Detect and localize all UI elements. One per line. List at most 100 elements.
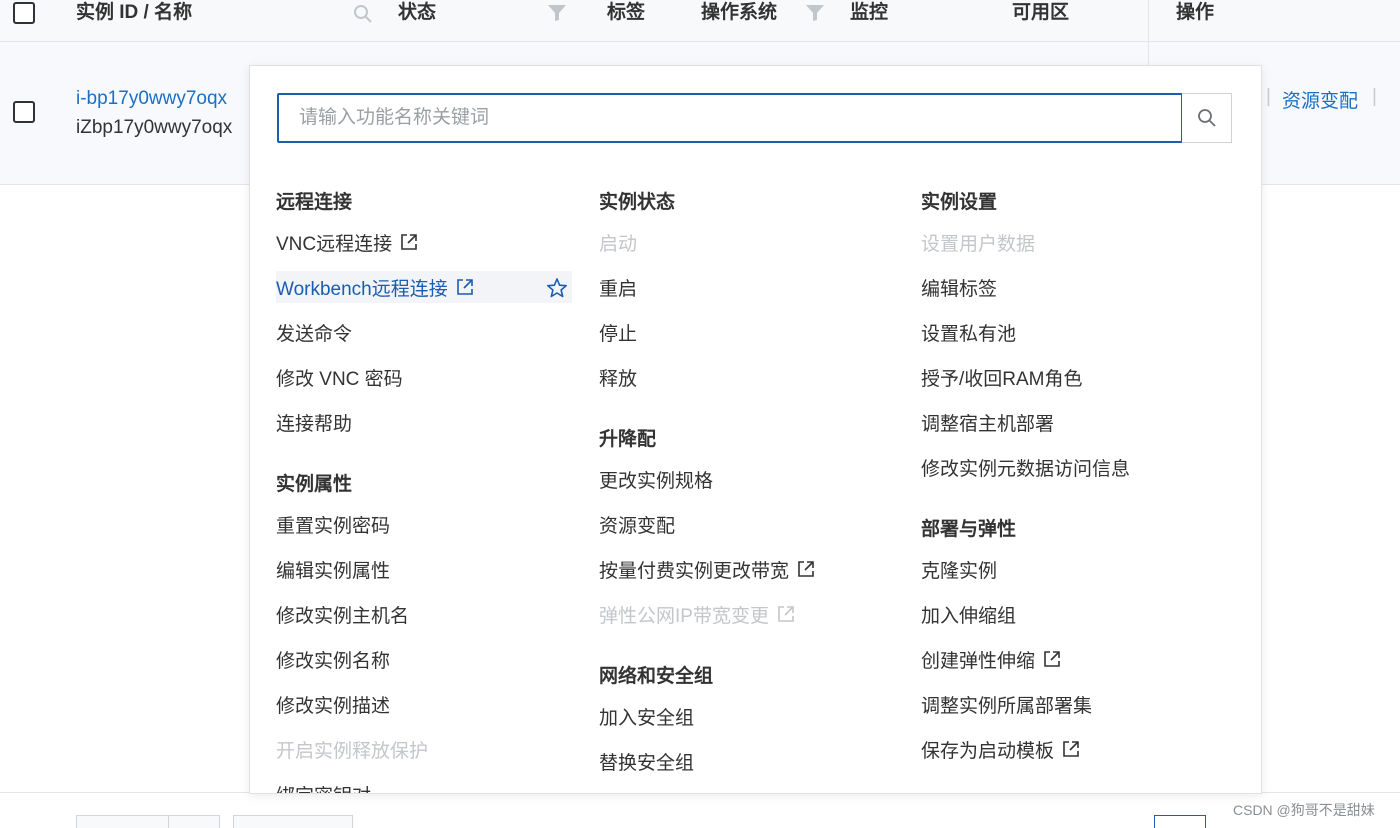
menu-item-change-description[interactable]: 修改实例描述 [276, 688, 390, 720]
menu-item-replace-security-group[interactable]: 替换安全组 [599, 745, 694, 777]
group-title-deploy-elastic: 部署与弹性 [921, 519, 1017, 540]
group-title-remote: 远程连接 [276, 192, 353, 213]
menu-item-label: 重置实例密码 [276, 515, 391, 537]
column-header-zone: 可用区 [1012, 2, 1070, 23]
menu-item-label: 绑定密钥对 [276, 781, 371, 794]
function-search-input[interactable] [277, 93, 1183, 143]
menu-item-label: 编辑标签 [921, 278, 998, 300]
column-header-os: 操作系统 [701, 2, 778, 23]
menu-item-label: 修改实例主机名 [276, 605, 410, 627]
menu-item-change-vnc-password[interactable]: 修改 VNC 密码 [276, 361, 403, 393]
group-title-network-security: 网络和安全组 [599, 666, 714, 687]
action-separator: | [1372, 86, 1377, 107]
menu-item-join-scaling-group[interactable]: 加入伸缩组 [921, 598, 1016, 630]
menu-item-label: 开启实例释放保护 [276, 740, 429, 762]
menu-item-label: 加入伸缩组 [921, 605, 1017, 627]
menu-item-label: 加入安全组 [599, 707, 695, 729]
instance-id-link[interactable]: i-bp17y0wwy7oqx [76, 88, 227, 110]
menu-item-label: 修改实例描述 [276, 695, 391, 717]
menu-item-label: 修改实例元数据访问信息 [921, 458, 1131, 480]
watermark: CSDN @狗哥不是甜妹 [1233, 802, 1375, 818]
menu-item-release[interactable]: 释放 [599, 361, 637, 393]
menu-item-label: 替换安全组 [599, 752, 695, 774]
menu-item-label: 设置用户数据 [921, 233, 1036, 255]
menu-item-create-auto-scaling[interactable]: 创建弹性伸缩 [921, 643, 1061, 675]
resource-change-link[interactable]: 资源变配 [1282, 86, 1358, 113]
external-link-icon [778, 606, 794, 622]
external-link-icon [798, 561, 814, 577]
search-icon [1197, 109, 1216, 127]
menu-item-label: 更改实例规格 [599, 470, 714, 492]
menu-item-change-name[interactable]: 修改实例名称 [276, 643, 390, 675]
menu-item-start: 启动 [599, 226, 637, 258]
group-title-instance-props: 实例属性 [276, 474, 353, 495]
column-header-monitor: 监控 [850, 2, 889, 23]
status-filter-icon[interactable] [547, 4, 567, 22]
menu-item-label: 调整实例所属部署集 [921, 695, 1093, 717]
column-header-tags: 标签 [607, 2, 646, 23]
menu-item-save-launch-template[interactable]: 保存为启动模板 [921, 733, 1080, 765]
menu-item-change-hostname[interactable]: 修改实例主机名 [276, 598, 409, 630]
menu-item-edit-props[interactable]: 编辑实例属性 [276, 553, 390, 585]
row-checkbox[interactable] [13, 101, 35, 123]
menu-item-label: 启动 [599, 233, 638, 255]
pagination-current[interactable] [1154, 815, 1206, 828]
external-link-icon [401, 234, 417, 250]
menu-item-change-bandwidth[interactable]: 按量付费实例更改带宽 [599, 553, 815, 585]
column-header-status: 状态 [398, 2, 437, 23]
column-header-actions: 操作 [1176, 2, 1215, 23]
menu-item-label: 弹性公网IP带宽变更 [599, 605, 769, 627]
menu-item-reset-password[interactable]: 重置实例密码 [276, 508, 390, 540]
menu-item-metadata-access[interactable]: 修改实例元数据访问信息 [921, 451, 1130, 483]
menu-item-set-private-pool[interactable]: 设置私有池 [921, 316, 1016, 348]
menu-item-ram-role[interactable]: 授予/收回RAM角色 [921, 361, 1083, 393]
menu-item-label: 按量付费实例更改带宽 [599, 560, 790, 582]
menu-item-send-command[interactable]: 发送命令 [276, 316, 352, 348]
footer-dropdown[interactable] [168, 815, 220, 828]
menu-item-release-protection: 开启实例释放保护 [276, 733, 428, 765]
menu-item-eip-bandwidth: 弹性公网IP带宽变更 [599, 598, 795, 630]
footer-button[interactable] [233, 815, 353, 828]
function-search-button[interactable] [1182, 93, 1232, 143]
external-link-icon [1063, 741, 1079, 757]
menu-item-vnc-remote[interactable]: VNC远程连接 [276, 226, 418, 258]
group-title-instance-state: 实例状态 [599, 192, 676, 213]
menu-item-deployment-set[interactable]: 调整实例所属部署集 [921, 688, 1092, 720]
menu-item-edit-tags[interactable]: 编辑标签 [921, 271, 997, 303]
menu-item-clone-instance[interactable]: 克隆实例 [921, 553, 997, 585]
menu-item-label: 连接帮助 [276, 413, 353, 435]
menu-item-label: 重启 [599, 278, 638, 300]
action-separator: | [1266, 86, 1271, 107]
menu-item-label: 保存为启动模板 [921, 740, 1055, 762]
menu-item-restart[interactable]: 重启 [599, 271, 637, 303]
menu-item-bind-keypair[interactable]: 绑定密钥对 [276, 778, 371, 794]
menu-item-label: 克隆实例 [921, 560, 998, 582]
footer-checkbox-group[interactable] [76, 815, 170, 828]
menu-item-label: 调整宿主机部署 [921, 413, 1055, 435]
menu-item-label: 释放 [599, 368, 638, 390]
menu-item-set-user-data: 设置用户数据 [921, 226, 1035, 258]
group-title-spec-change: 升降配 [599, 429, 657, 450]
favorite-star-icon[interactable] [546, 277, 568, 299]
menu-item-join-security-group[interactable]: 加入安全组 [599, 700, 694, 732]
menu-item-label: VNC远程连接 [276, 233, 393, 255]
instance-name: iZbp17y0wwy7oqx [76, 117, 233, 138]
external-link-icon [1044, 651, 1060, 667]
menu-item-change-spec[interactable]: 更改实例规格 [599, 463, 713, 495]
menu-item-label: 创建弹性伸缩 [921, 650, 1036, 672]
menu-item-stop[interactable]: 停止 [599, 316, 637, 348]
group-title-instance-settings: 实例设置 [921, 192, 998, 213]
select-all-checkbox[interactable] [13, 2, 35, 24]
menu-item-workbench-remote[interactable]: Workbench远程连接 [276, 271, 572, 303]
menu-item-connection-help[interactable]: 连接帮助 [276, 406, 352, 438]
table-header: 实例 ID / 名称 状态 标签 操作系统 监控 可用区 操作 [0, 0, 1400, 42]
menu-item-label: 编辑实例属性 [276, 560, 391, 582]
column-search-icon[interactable] [353, 4, 373, 24]
more-actions-panel: 远程连接 VNC远程连接 Workbench远程连接 发送命令 修改 VNC 密… [249, 65, 1262, 794]
table-footer [0, 792, 1400, 828]
menu-item-label: 授予/收回RAM角色 [921, 368, 1083, 390]
menu-item-host-deployment[interactable]: 调整宿主机部署 [921, 406, 1054, 438]
menu-item-resource-change[interactable]: 资源变配 [599, 508, 675, 540]
os-filter-icon[interactable] [805, 4, 825, 22]
menu-item-label: 发送命令 [276, 323, 353, 345]
